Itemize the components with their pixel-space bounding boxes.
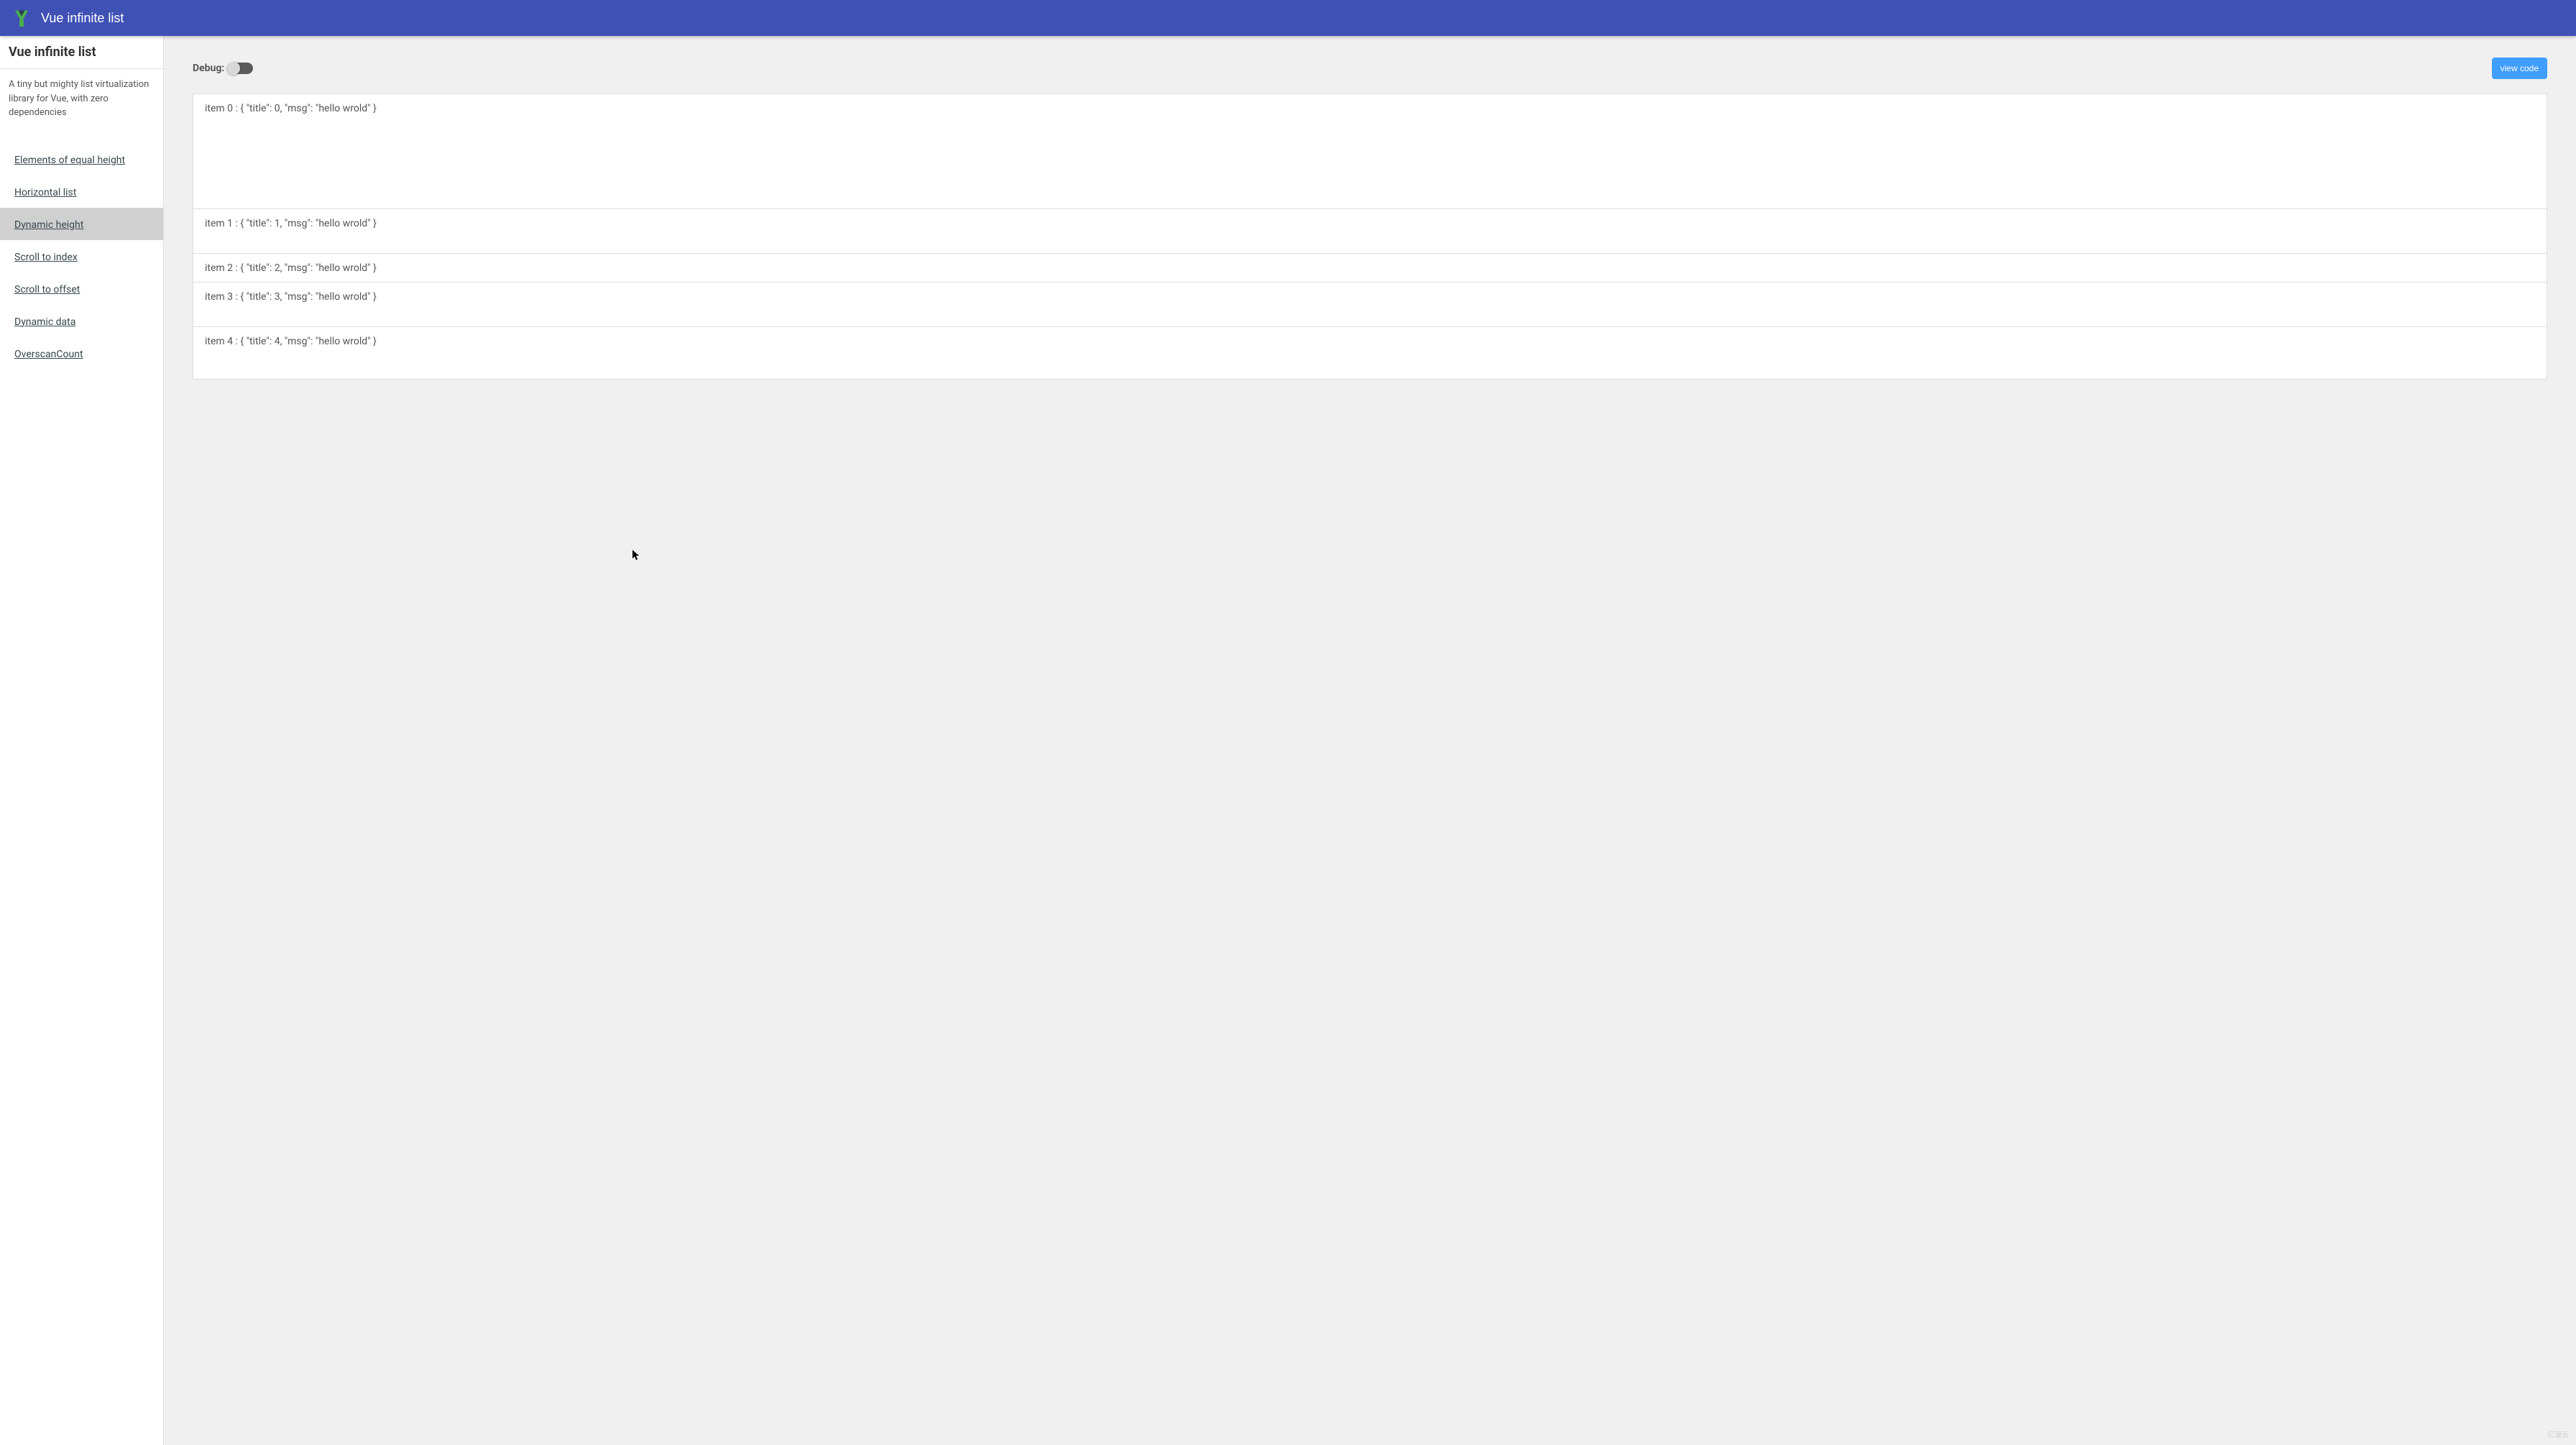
list-item: item 1 : { "title": 1, "msg": "hello wro… bbox=[193, 209, 2547, 254]
virtual-list[interactable]: item 0 : { "title": 0, "msg": "hello wro… bbox=[193, 93, 2547, 380]
toggle-knob bbox=[227, 62, 240, 75]
sidebar-link[interactable]: Scroll to index bbox=[14, 252, 78, 263]
sidebar-item-horizontal[interactable]: Horizontal list bbox=[0, 175, 163, 208]
app-header: Vue infinite list bbox=[0, 0, 2576, 36]
controls-row: Debug: view code bbox=[193, 58, 2547, 79]
sidebar-item-dynamic-height[interactable]: Dynamic height bbox=[0, 208, 163, 240]
sidebar-link[interactable]: OverscanCount bbox=[14, 349, 83, 360]
sidebar-item-overscan[interactable]: OverscanCount bbox=[0, 337, 163, 370]
sidebar-item-dynamic-data[interactable]: Dynamic data bbox=[0, 305, 163, 337]
sidebar-title: Vue infinite list bbox=[0, 36, 163, 68]
list-item: item 2 : { "title": 2, "msg": "hello wro… bbox=[193, 254, 2547, 283]
sidebar: Vue infinite list A tiny but mighty list… bbox=[0, 36, 164, 1445]
list-item: item 4 : { "title": 4, "msg": "hello wro… bbox=[193, 327, 2547, 379]
sidebar-item-scroll-index[interactable]: Scroll to index bbox=[0, 240, 163, 272]
sidebar-item-scroll-offset[interactable]: Scroll to offset bbox=[0, 272, 163, 305]
sidebar-link[interactable]: Dynamic height bbox=[14, 219, 83, 231]
view-code-button[interactable]: view code bbox=[2492, 58, 2547, 79]
sidebar-description: A tiny but mighty list virtualization li… bbox=[0, 69, 163, 129]
list-item: item 3 : { "title": 3, "msg": "hello wro… bbox=[193, 283, 2547, 327]
sidebar-link[interactable]: Horizontal list bbox=[14, 187, 76, 198]
sidebar-link[interactable]: Elements of equal height bbox=[14, 155, 125, 166]
vue-logo-icon bbox=[11, 7, 32, 29]
debug-toggle[interactable] bbox=[227, 63, 253, 74]
sidebar-link[interactable]: Dynamic data bbox=[14, 316, 75, 328]
header-title: Vue infinite list bbox=[41, 11, 124, 26]
list-item: item 0 : { "title": 0, "msg": "hello wro… bbox=[193, 94, 2547, 209]
watermark: 亿速云 bbox=[2547, 1428, 2569, 1439]
sidebar-nav: Elements of equal height Horizontal list… bbox=[0, 129, 163, 370]
debug-section: Debug: bbox=[193, 63, 253, 74]
debug-label: Debug: bbox=[193, 63, 224, 74]
sidebar-item-equal-height[interactable]: Elements of equal height bbox=[0, 143, 163, 175]
sidebar-link[interactable]: Scroll to offset bbox=[14, 284, 80, 295]
main-content: Debug: view code item 0 : { "title": 0, … bbox=[164, 36, 2576, 1445]
main-container: Vue infinite list A tiny but mighty list… bbox=[0, 36, 2576, 1445]
